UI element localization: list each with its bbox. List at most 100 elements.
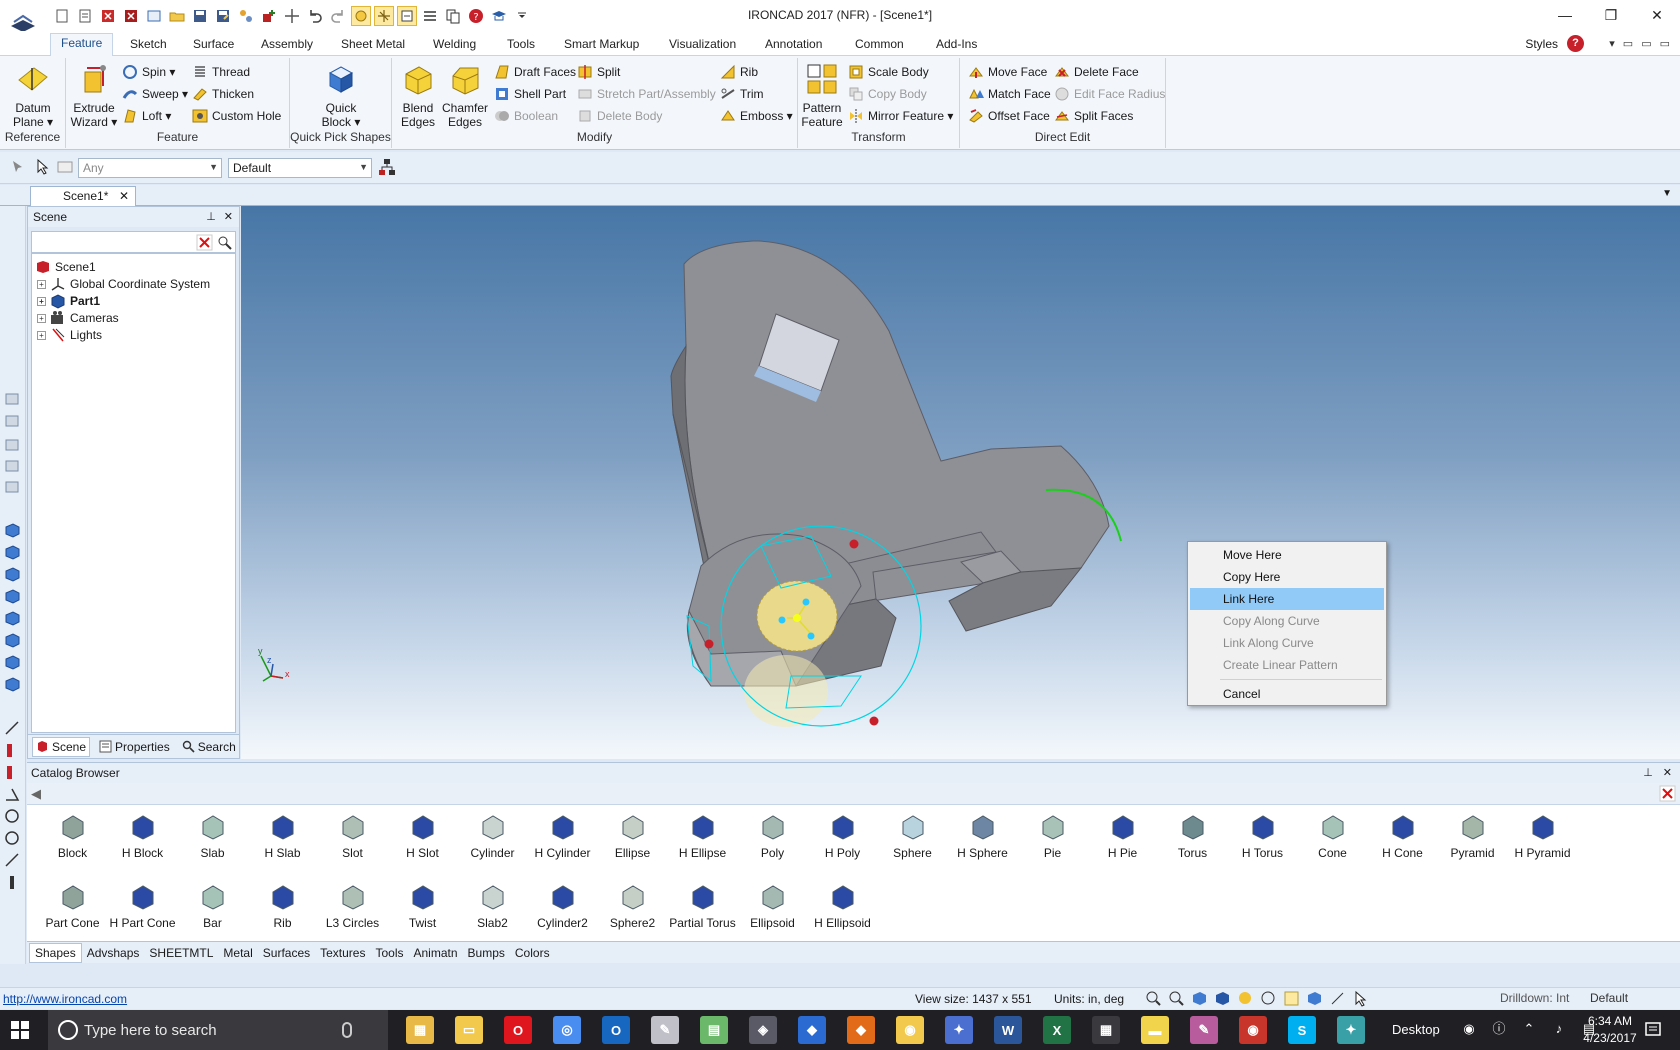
catalog-item-slot[interactable]: Slot: [315, 808, 390, 870]
windows-start-icon[interactable]: [10, 1020, 30, 1040]
app-purple-icon[interactable]: ✦: [945, 1016, 973, 1044]
app-browser-icon[interactable]: ◉: [1239, 1016, 1267, 1044]
view-icon[interactable]: [4, 413, 21, 430]
styles-menu[interactable]: Styles: [1525, 37, 1558, 51]
selection-filter-combo[interactable]: Any ▼: [78, 158, 222, 178]
cube-view-icon[interactable]: [4, 610, 21, 627]
tab-surface[interactable]: Surface: [193, 35, 234, 55]
trim-button[interactable]: Trim: [720, 84, 764, 104]
lighting-icon[interactable]: [1329, 990, 1346, 1007]
catalog-item-slab[interactable]: Slab: [175, 808, 250, 870]
catalog-item-sphere[interactable]: Sphere: [875, 808, 950, 870]
tab-common[interactable]: Common: [855, 35, 904, 55]
catalog-item-ellipsoid[interactable]: Ellipsoid: [735, 878, 810, 940]
catalog-item-ellipse[interactable]: Ellipse: [595, 808, 670, 870]
tab-properties[interactable]: Properties: [96, 738, 173, 756]
catalog-tab-textures[interactable]: Textures: [315, 944, 370, 962]
catalog-item-h-cylinder[interactable]: H Cylinder: [525, 808, 600, 870]
status-default-combo[interactable]: Default: [1590, 991, 1660, 1008]
app-network-icon[interactable]: ✦: [1337, 1016, 1365, 1044]
menu-item-link-along-curve[interactable]: Link Along Curve: [1190, 632, 1384, 654]
hierarchy-icon[interactable]: [378, 158, 396, 176]
catalog-item-h-block[interactable]: H Block: [105, 808, 180, 870]
catalog-item-bar[interactable]: Bar: [175, 878, 250, 940]
close-icon[interactable]: ✕: [1663, 766, 1672, 779]
triball-point[interactable]: [704, 639, 714, 649]
catalog-tab-shapes[interactable]: Shapes: [29, 942, 82, 963]
view-icon[interactable]: [4, 437, 21, 454]
tab-welding[interactable]: Welding: [433, 35, 476, 55]
dimension-icon[interactable]: [4, 764, 21, 781]
view-cube-icon[interactable]: [1191, 990, 1208, 1007]
tree-item-part1[interactable]: + Part1: [37, 292, 100, 310]
box-select-icon[interactable]: [1283, 990, 1300, 1007]
cube-view-icon[interactable]: [4, 588, 21, 605]
menu-item-create-linear-pattern[interactable]: Create Linear Pattern: [1190, 654, 1384, 676]
pin-icon[interactable]: ⊥: [1643, 766, 1653, 779]
catalog-tab-sheetmtl[interactable]: SHEETMTL: [144, 944, 218, 962]
microphone-icon[interactable]: [342, 1022, 352, 1038]
triball-toggle-icon[interactable]: [1260, 990, 1277, 1007]
blend-edges-button[interactable]: Blend Edges: [396, 62, 440, 129]
angle-icon[interactable]: [4, 786, 21, 803]
catalog-item-h-part-cone[interactable]: H Part Cone: [105, 878, 180, 940]
catalog-item-torus[interactable]: Torus: [1155, 808, 1230, 870]
tab-add-ins[interactable]: Add-Ins: [936, 35, 977, 55]
desktop-label[interactable]: Desktop: [1392, 1022, 1440, 1037]
catalog-item-part-cone[interactable]: Part Cone: [35, 878, 110, 940]
image-viewer-icon[interactable]: ▤: [700, 1016, 728, 1044]
tab-tools[interactable]: Tools: [507, 35, 535, 55]
cube-view-icon[interactable]: [4, 654, 21, 671]
close-doc-icon[interactable]: ▭: [1660, 37, 1670, 50]
catalog-tab-colors[interactable]: Colors: [510, 944, 555, 962]
catalog-tab-advshaps[interactable]: Advshaps: [82, 944, 145, 962]
measure-icon[interactable]: [4, 874, 21, 891]
view-icon[interactable]: [4, 391, 21, 408]
menu-item-copy-here[interactable]: Copy Here: [1190, 566, 1384, 588]
cube-view-icon[interactable]: [4, 522, 21, 539]
shading-icon[interactable]: [1214, 990, 1231, 1007]
taskbar-clock[interactable]: 6:34 AM 4/23/2017: [1580, 1013, 1640, 1047]
loft-button[interactable]: Loft ▾: [122, 106, 171, 126]
triball-point[interactable]: [849, 539, 859, 549]
taskbar-search[interactable]: Type here to search: [48, 1010, 388, 1050]
menu-item-copy-along-curve[interactable]: Copy Along Curve: [1190, 610, 1384, 632]
expand-icon[interactable]: +: [37, 296, 46, 306]
catalog-tab-bumps[interactable]: Bumps: [463, 944, 510, 962]
cube-view-icon[interactable]: [4, 676, 21, 693]
catalog-item-h-cone[interactable]: H Cone: [1365, 808, 1440, 870]
thread-button[interactable]: Thread: [192, 62, 250, 82]
catalog-item-h-poly[interactable]: H Poly: [805, 808, 880, 870]
folder-icon[interactable]: ▭: [455, 1016, 483, 1044]
catalog-item-h-pie[interactable]: H Pie: [1085, 808, 1160, 870]
skype-icon[interactable]: S: [1288, 1016, 1316, 1044]
catalog-item-h-slot[interactable]: H Slot: [385, 808, 460, 870]
document-tab[interactable]: Scene1* ✕: [30, 186, 136, 206]
app-blue-icon[interactable]: ◆: [798, 1016, 826, 1044]
tree-item-cameras[interactable]: + Cameras: [37, 309, 119, 327]
tree-item-scene1[interactable]: Scene1: [35, 258, 96, 276]
restore-icon[interactable]: ▭: [1623, 37, 1633, 50]
emboss-button[interactable]: Emboss ▾: [720, 106, 793, 126]
measure-icon[interactable]: [4, 720, 21, 737]
catalog-item-poly[interactable]: Poly: [735, 808, 810, 870]
triball-point[interactable]: [869, 716, 879, 726]
custom-hole-button[interactable]: Custom Hole: [192, 106, 281, 126]
copy-body-button[interactable]: Copy Body: [848, 84, 927, 104]
word-icon[interactable]: W: [994, 1016, 1022, 1044]
expand-icon[interactable]: +: [37, 330, 46, 340]
search-options-icon[interactable]: [216, 234, 233, 251]
catalog-item-h-pyramid[interactable]: H Pyramid: [1505, 808, 1580, 870]
tab-assembly[interactable]: Assembly: [261, 35, 313, 55]
shell-part-button[interactable]: Shell Part: [494, 84, 566, 104]
close-icon[interactable]: ✕: [224, 210, 233, 223]
spin-button[interactable]: Spin ▾: [122, 62, 175, 82]
catalog-tab-tools[interactable]: Tools: [370, 944, 408, 962]
pointer-icon[interactable]: [34, 158, 52, 176]
catalog-item-l3-circles[interactable]: L3 Circles: [315, 878, 390, 940]
rib-button[interactable]: Rib: [720, 62, 758, 82]
tab-smart-markup[interactable]: Smart Markup: [564, 35, 639, 55]
line-tool-icon[interactable]: [4, 852, 21, 869]
status-url-link[interactable]: http://www.ironcad.com: [3, 992, 127, 1006]
catalog-item-h-ellipse[interactable]: H Ellipse: [665, 808, 740, 870]
